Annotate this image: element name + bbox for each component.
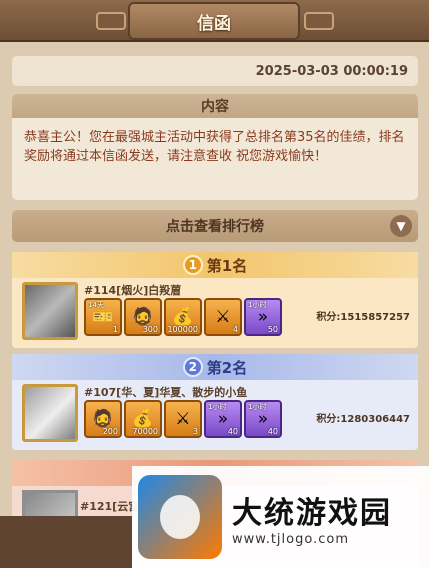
- player-avatar[interactable]: [22, 384, 78, 442]
- gold-ingot-icon[interactable]: 💰 100000: [164, 298, 202, 336]
- rank-card-2: 2 第2名 #107[华、夏]华夏、散步的小鱼 🧔 200 💰 70000 ⚔ 3 »…: [12, 354, 418, 450]
- title-ornament-left: [96, 12, 126, 30]
- leaderboard-toggle-button[interactable]: 点击查看排行榜 ▼: [12, 210, 418, 242]
- gold-ingot-icon[interactable]: 💰 70000: [124, 400, 162, 438]
- rank-label: 第1名: [206, 256, 248, 275]
- player-avatar[interactable]: [22, 282, 78, 340]
- speedup-icon[interactable]: » 1小时 40: [204, 400, 242, 438]
- content-section-title: 内容: [12, 94, 418, 118]
- hero-card-icon[interactable]: 🧔 300: [124, 298, 162, 336]
- player-name: #107[华、夏]华夏、散步的小鱼: [84, 386, 248, 399]
- crossed-swords-icon[interactable]: ⚔ 4: [204, 298, 242, 336]
- ticket-icon[interactable]: 🎫 14天 1: [84, 298, 122, 336]
- site-watermark: 大统游戏园 www.tjlogo.com: [132, 466, 429, 568]
- watermark-text: 大统游戏园 www.tjlogo.com: [232, 488, 392, 547]
- hero-card-icon[interactable]: 🧔 200: [84, 400, 122, 438]
- bottom-bar: [0, 516, 132, 568]
- crossed-swords-icon[interactable]: ⚔ 3: [164, 400, 202, 438]
- rank-header: 1 第1名: [12, 252, 418, 278]
- reward-items: 🧔 200 💰 70000 ⚔ 3 » 1小时 40 » 1小时 40: [84, 400, 282, 438]
- mail-timestamp: 2025-03-03 00:00:19: [12, 56, 418, 86]
- title-bar: 信函: [0, 0, 429, 42]
- reward-items: 🎫 14天 1 🧔 300 💰 100000 ⚔ 4 » 1小时 50: [84, 298, 282, 336]
- watermark-url: www.tjlogo.com: [232, 531, 349, 547]
- title-ornament-right: [304, 12, 334, 30]
- player-score: 积分:1515857257: [316, 312, 410, 323]
- player-name: #121[云宫: [80, 500, 140, 513]
- page-title: 信函: [128, 2, 300, 40]
- rank-header: 2 第2名: [12, 354, 418, 380]
- player-score: 积分:1280306447: [316, 414, 410, 425]
- medal-icon: 2: [182, 357, 203, 377]
- logo-icon: [138, 475, 222, 559]
- speedup-icon[interactable]: » 1小时 40: [244, 400, 282, 438]
- rank-label: 第2名: [206, 358, 248, 377]
- player-name: #114[烟火]白羖葿: [84, 284, 182, 297]
- mail-body: 恭喜主公！您在最强城主活动中获得了总排名第35名的佳绩，排名奖励将通过本信函发送…: [12, 118, 418, 200]
- medal-icon: 1: [182, 255, 203, 275]
- chevron-down-icon[interactable]: ▼: [390, 215, 412, 237]
- watermark-title: 大统游戏园: [232, 495, 392, 531]
- leaderboard-toggle-label: 点击查看排行榜: [166, 219, 264, 235]
- speedup-icon[interactable]: » 1小时 50: [244, 298, 282, 336]
- rank-card-1: 1 第1名 #114[烟火]白羖葿 🎫 14天 1 🧔 300 💰 100000 ⚔ 4 …: [12, 252, 418, 348]
